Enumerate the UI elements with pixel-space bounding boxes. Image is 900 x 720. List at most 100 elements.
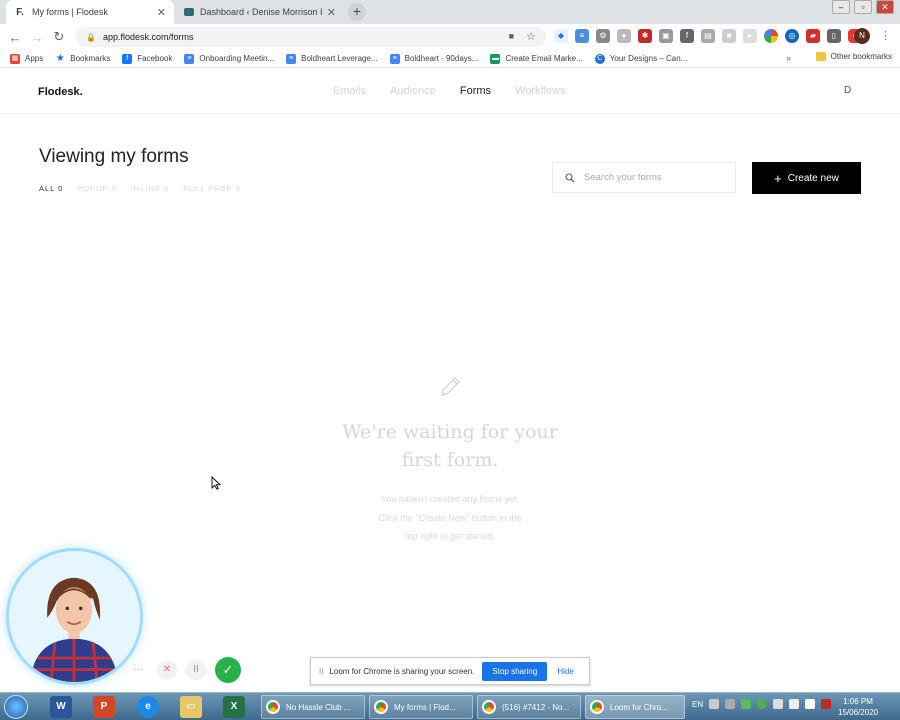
taskbar-app-label: (516) #7412 - No... bbox=[502, 702, 570, 712]
bookmark-label: Boldheart - 90days... bbox=[404, 54, 479, 63]
empty-sub-line: You haven't created any forms yet. bbox=[381, 494, 519, 504]
canva-icon: C bbox=[594, 53, 605, 64]
address-bar[interactable]: 🔒 app.flodesk.com/forms ■ ☆ bbox=[76, 27, 546, 47]
more-options-icon[interactable]: ··· bbox=[128, 660, 148, 680]
filter-all[interactable]: ALL 0 bbox=[39, 184, 63, 193]
minimize-button[interactable]: – bbox=[832, 0, 850, 14]
system-clock[interactable]: 1:06 PM 15/06/2020 bbox=[838, 696, 878, 718]
taskbar-app-chrome[interactable]: My forms | Flod... bbox=[369, 695, 473, 719]
extensions-row: ◆ ≡ ⚙ ● ✱ ▣ f ▤ ■ ▸ ◎ ▰ ▯ ● bbox=[554, 29, 862, 43]
taskbar-app-chrome[interactable]: (516) #7412 - No... bbox=[477, 695, 581, 719]
extension-icon[interactable]: ◎ bbox=[785, 29, 799, 43]
bookmark-bookmarks[interactable]: ★ Bookmarks bbox=[55, 53, 111, 64]
tab-title: Dashboard ‹ Denise Morrison Int bbox=[200, 7, 323, 17]
stop-sharing-button[interactable]: Stop sharing bbox=[482, 661, 548, 681]
extension-icon[interactable]: f bbox=[680, 29, 694, 43]
tray-icon[interactable] bbox=[741, 699, 752, 709]
other-bookmarks[interactable]: Other bookmarks bbox=[815, 52, 892, 61]
filter-popup[interactable]: POPUP 0 bbox=[77, 184, 116, 193]
tab-my-forms[interactable]: F. My forms | Flodesk ✕ bbox=[6, 0, 174, 24]
maximize-button[interactable]: ▫ bbox=[854, 0, 872, 14]
drag-grip-icon[interactable]: II bbox=[319, 667, 323, 676]
bookmarks-overflow-button[interactable]: » bbox=[786, 53, 791, 63]
loom-recording-controls: ··· ✕ II ✓ bbox=[128, 657, 241, 683]
windows-start-button[interactable] bbox=[4, 695, 28, 719]
extension-icon[interactable]: ● bbox=[617, 29, 631, 43]
flag-icon[interactable] bbox=[805, 699, 816, 709]
tray-icon[interactable] bbox=[709, 699, 720, 709]
extension-icon[interactable]: ▸ bbox=[743, 29, 757, 43]
user-menu[interactable]: D bbox=[844, 85, 851, 96]
main-nav: Emails Audience Forms Workflows bbox=[333, 85, 590, 97]
empty-sub-line: top right to get started. bbox=[404, 531, 496, 541]
finish-recording-button[interactable]: ✓ bbox=[215, 657, 241, 683]
extension-icon[interactable]: ▰ bbox=[806, 29, 820, 43]
forward-arrow-icon[interactable]: → bbox=[26, 30, 48, 45]
create-new-button[interactable]: + Create new bbox=[752, 162, 861, 194]
bookmark-apps[interactable]: ▦ Apps bbox=[10, 53, 43, 64]
extension-icon[interactable] bbox=[764, 29, 778, 43]
file-explorer-icon[interactable]: ▭ bbox=[180, 696, 202, 718]
tab-dashboard[interactable]: Dashboard ‹ Denise Morrison Int ✕ bbox=[176, 0, 344, 24]
plus-icon: + bbox=[774, 170, 782, 186]
taskbar-app-chrome[interactable]: No Hassle Club ... bbox=[261, 695, 365, 719]
create-new-label: Create new bbox=[787, 172, 839, 184]
empty-state-title: We're waiting for your first form. bbox=[300, 418, 600, 474]
menu-kebab-icon[interactable]: ⋮ bbox=[880, 29, 891, 42]
bookmark-boldheart-90days[interactable]: ≡ Boldheart - 90days... bbox=[389, 53, 479, 64]
powerpoint-icon[interactable]: P bbox=[93, 696, 115, 718]
filter-full-page[interactable]: FULL PAGE 0 bbox=[183, 184, 241, 193]
extension-icon[interactable]: ≡ bbox=[575, 29, 589, 43]
windows-taskbar: W P e ▭ X No Hassle Club ... My forms | … bbox=[0, 692, 900, 720]
taskbar-app-chrome[interactable]: Loom for Chro... bbox=[585, 695, 685, 719]
volume-icon[interactable] bbox=[789, 699, 800, 709]
nav-emails[interactable]: Emails bbox=[333, 85, 366, 97]
extension-icon[interactable]: ◆ bbox=[554, 29, 568, 43]
bookmark-star-icon[interactable]: ☆ bbox=[526, 30, 536, 43]
bookmark-boldheart-leverage[interactable]: ≡ Boldheart Leverage... bbox=[286, 53, 378, 64]
bookmark-canva[interactable]: C Your Designs – Can... bbox=[594, 53, 687, 64]
excel-icon[interactable]: X bbox=[223, 696, 245, 718]
search-forms-input[interactable]: Search your forms bbox=[552, 162, 736, 193]
bookmark-onboarding[interactable]: ≡ Onboarding Meetin... bbox=[184, 53, 274, 64]
taskbar-app-label: My forms | Flod... bbox=[394, 702, 456, 712]
new-tab-button[interactable]: + bbox=[348, 3, 366, 21]
url-text: app.flodesk.com/forms bbox=[102, 32, 194, 42]
flodesk-logo[interactable]: Flodesk. bbox=[38, 86, 83, 98]
webcam-person-image bbox=[9, 551, 140, 682]
nav-audience[interactable]: Audience bbox=[390, 85, 436, 97]
profile-avatar[interactable]: N bbox=[854, 28, 870, 44]
network-icon[interactable] bbox=[773, 699, 784, 709]
nav-forms[interactable]: Forms bbox=[460, 85, 491, 97]
search-placeholder: Search your forms bbox=[584, 172, 662, 183]
tray-icon[interactable] bbox=[725, 699, 736, 709]
close-tab-icon[interactable]: ✕ bbox=[327, 6, 336, 19]
extension-icon[interactable]: ▤ bbox=[701, 29, 715, 43]
pause-recording-button[interactable]: II bbox=[186, 660, 206, 680]
bookmark-create-email[interactable]: ▬ Create Email Marke... bbox=[490, 53, 583, 64]
cancel-recording-button[interactable]: ✕ bbox=[157, 660, 177, 680]
reload-icon[interactable]: ↻ bbox=[48, 29, 70, 45]
taskbar-app-label: No Hassle Club ... bbox=[286, 702, 351, 712]
tray-icon[interactable] bbox=[757, 699, 768, 709]
internet-explorer-icon[interactable]: e bbox=[137, 696, 159, 718]
extension-icon[interactable]: ▯ bbox=[827, 29, 841, 43]
close-window-button[interactable]: ✕ bbox=[876, 0, 894, 14]
language-indicator[interactable]: EN bbox=[692, 700, 703, 709]
loom-camera-bubble[interactable] bbox=[6, 548, 143, 685]
hide-sharing-bar-link[interactable]: Hide bbox=[557, 667, 573, 676]
extension-icon[interactable]: ✱ bbox=[638, 29, 652, 43]
nav-workflows[interactable]: Workflows bbox=[515, 85, 566, 97]
extension-icon[interactable]: ▣ bbox=[659, 29, 673, 43]
browser-tab-strip: F. My forms | Flodesk ✕ Dashboard ‹ Deni… bbox=[0, 0, 900, 24]
extension-icon[interactable]: ⚙ bbox=[596, 29, 610, 43]
filter-inline[interactable]: INLINE 0 bbox=[131, 184, 169, 193]
back-arrow-icon[interactable]: ← bbox=[4, 30, 26, 45]
doc-icon: ≡ bbox=[389, 53, 400, 64]
camera-icon[interactable]: ■ bbox=[509, 31, 514, 41]
extension-icon[interactable]: ■ bbox=[722, 29, 736, 43]
close-tab-icon[interactable]: ✕ bbox=[157, 6, 166, 19]
bookmark-facebook[interactable]: f Facebook bbox=[122, 53, 172, 64]
word-icon[interactable]: W bbox=[50, 696, 72, 718]
tray-icon[interactable] bbox=[821, 699, 832, 709]
